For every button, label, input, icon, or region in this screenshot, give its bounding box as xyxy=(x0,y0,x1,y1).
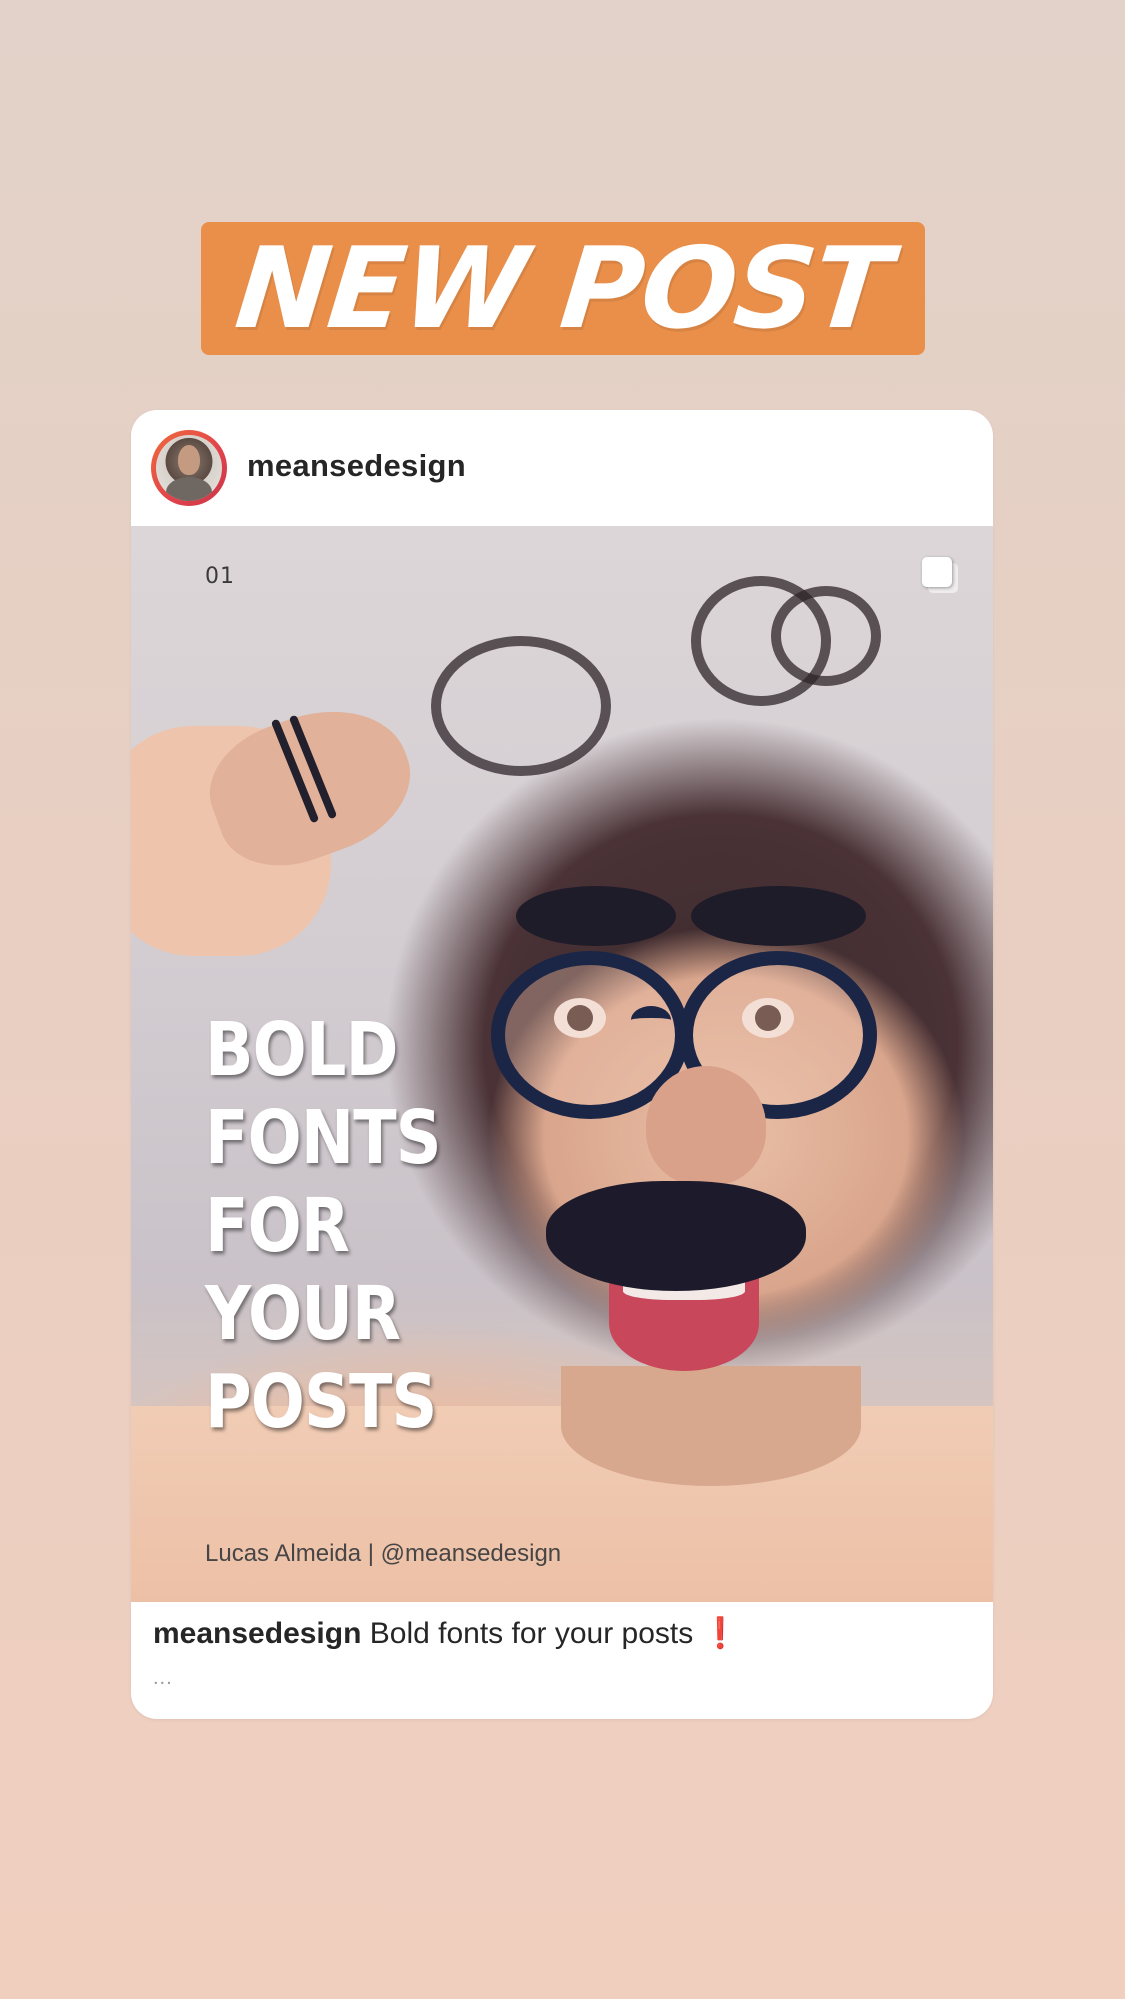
caption-more-link[interactable]: ... xyxy=(153,1667,173,1690)
headline-line: BOLD xyxy=(205,1007,398,1093)
exclamation-icon: ❗ xyxy=(701,1617,739,1650)
collar-shape xyxy=(561,1366,861,1486)
post-username[interactable]: meansedesign xyxy=(247,448,466,484)
profile-avatar-icon xyxy=(156,435,222,501)
headline-line: POSTS xyxy=(205,1359,437,1445)
new-post-sticker: NEW POST xyxy=(201,222,925,355)
slide-number: 01 xyxy=(205,564,235,589)
eyebrow-shape xyxy=(691,886,866,946)
hair-curl-shape xyxy=(771,586,881,686)
eyebrow-shape xyxy=(516,886,676,946)
post-caption: meansedesign Bold fonts for your posts ❗ xyxy=(153,1616,973,1651)
sticker-text: NEW POST xyxy=(230,223,896,354)
headline-line: FOR xyxy=(205,1183,350,1269)
mustache-shape xyxy=(546,1181,806,1291)
headline-line: YOUR xyxy=(205,1271,401,1357)
caption-username[interactable]: meansedesign xyxy=(153,1617,361,1650)
post-image[interactable]: 01 BOLD FONTS FOR YOUR POSTS Lucas Almei… xyxy=(131,526,993,1602)
carousel-icon xyxy=(921,556,961,596)
image-credit: Lucas Almeida | @meansedesign xyxy=(205,1540,562,1567)
hair-curl-shape xyxy=(431,636,611,776)
nose-shape xyxy=(646,1066,766,1186)
glasses-bridge-shape xyxy=(631,1006,671,1034)
instagram-post-card[interactable]: meansedesign 01 BOLD FONTS FOR YOUR POST… xyxy=(131,410,993,1719)
post-header: meansedesign xyxy=(131,410,993,525)
headline-line: FONTS xyxy=(205,1095,442,1181)
headline: BOLD FONTS FOR YOUR POSTS xyxy=(205,1006,525,1446)
avatar[interactable] xyxy=(151,430,227,506)
caption-text: Bold fonts for your posts xyxy=(361,1617,702,1650)
